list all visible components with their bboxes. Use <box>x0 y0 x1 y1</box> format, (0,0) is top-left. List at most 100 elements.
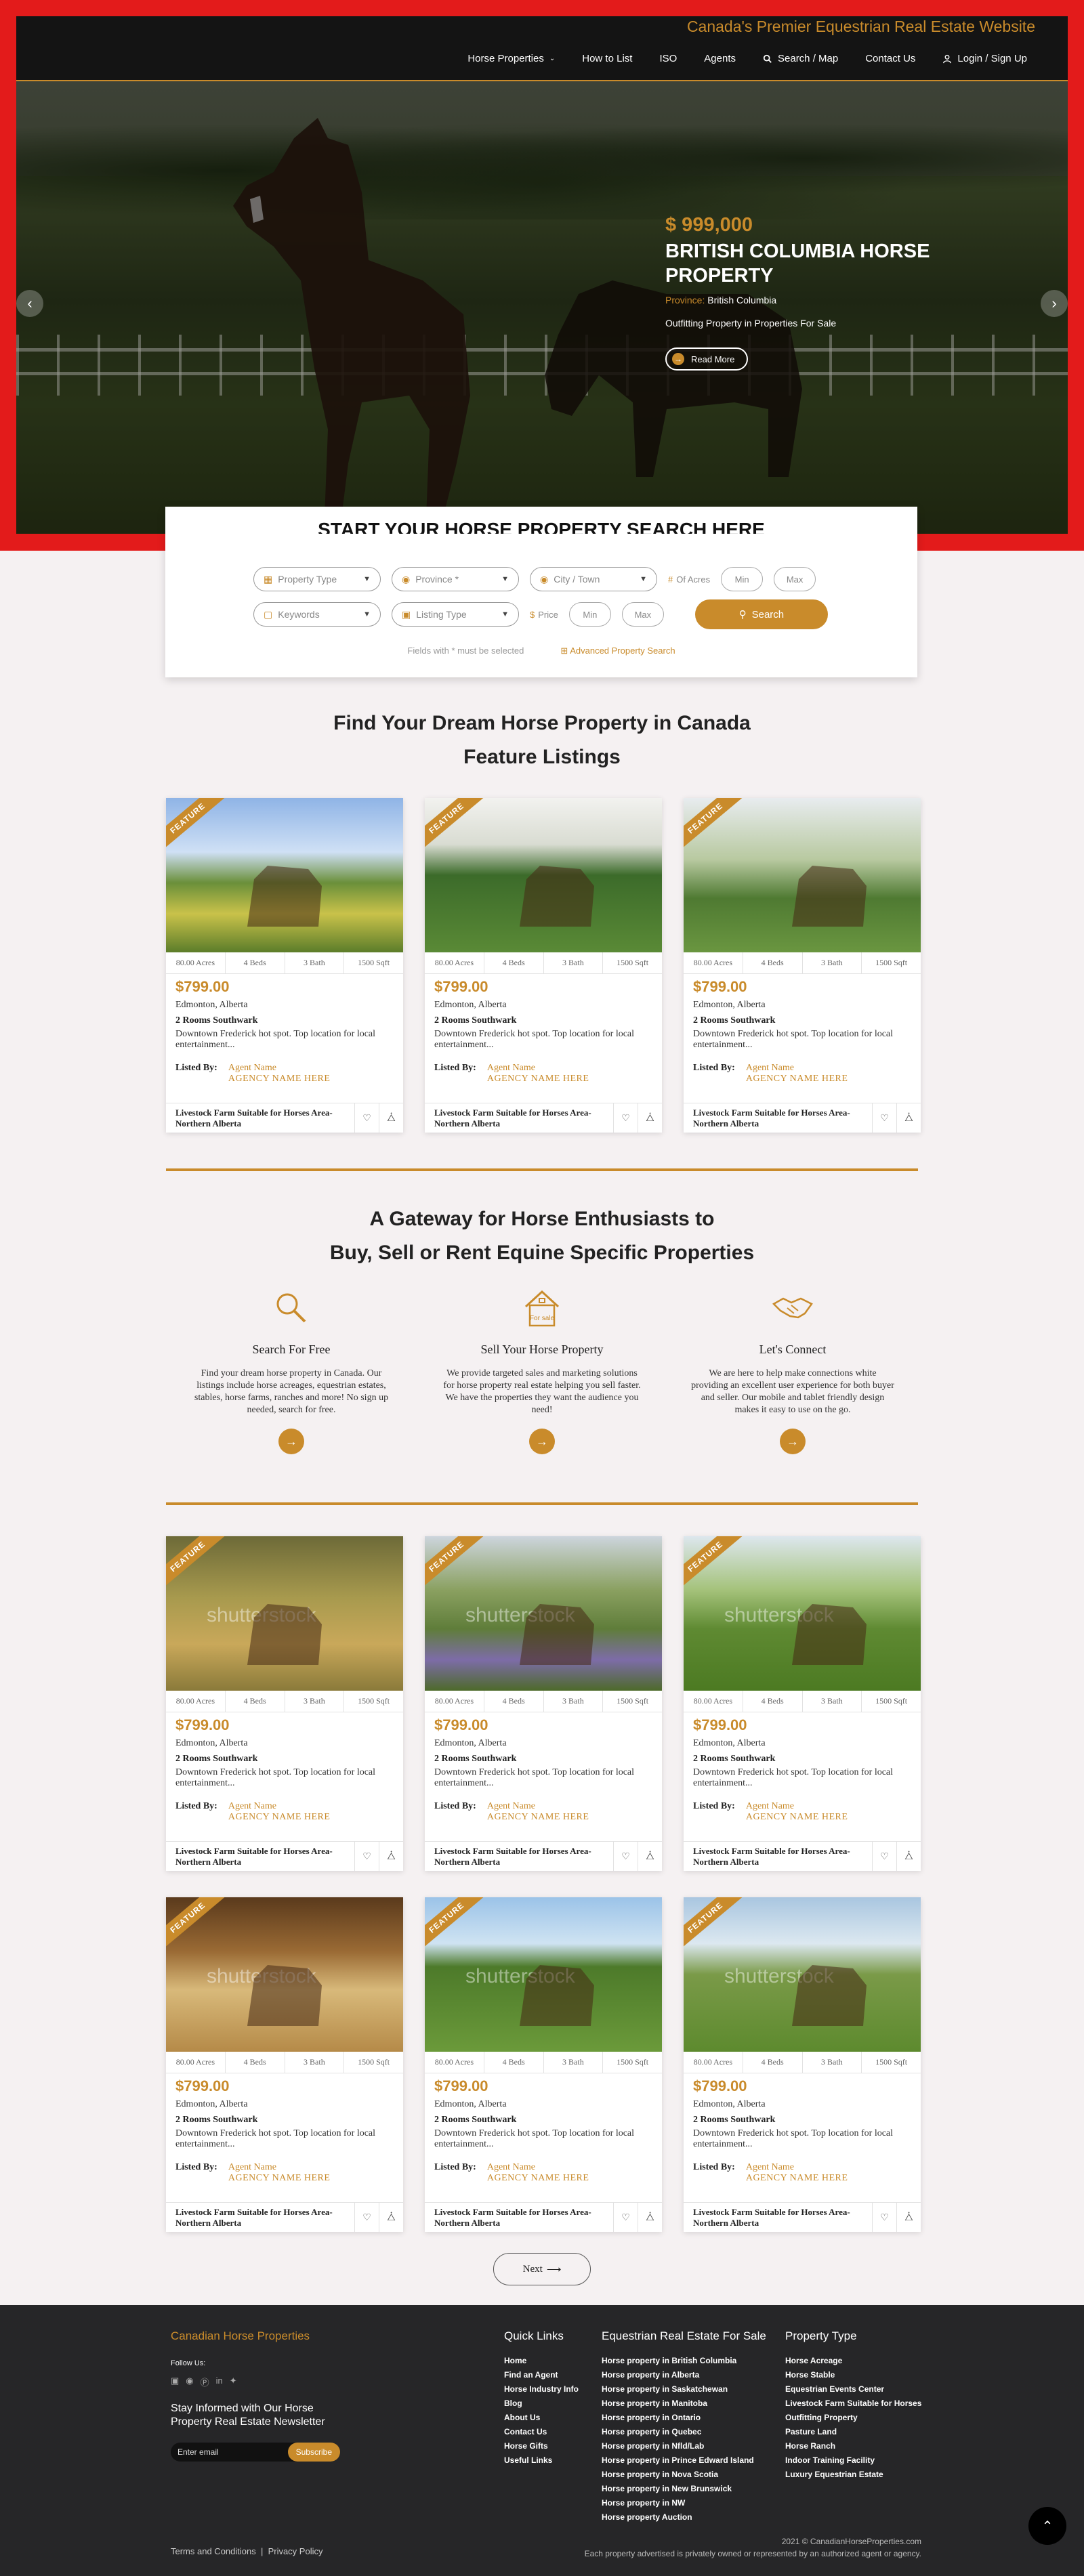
back-to-top-button[interactable]: ⌃ <box>1028 2507 1066 2545</box>
footer-link[interactable]: Find an Agent <box>504 2368 579 2382</box>
footer-link[interactable]: Home <box>504 2354 579 2368</box>
favorite-icon[interactable]: ♡ <box>872 2203 896 2232</box>
listing-photo[interactable]: shutterstock FEATURE <box>684 1897 921 2052</box>
agency-link[interactable]: AGENCY NAME HERE <box>487 2173 589 2184</box>
footer-link[interactable]: Horse property in Alberta <box>602 2368 766 2382</box>
nav-how-to-list[interactable]: How to List <box>568 46 646 71</box>
facebook-icon[interactable]: ▣ <box>171 2376 179 2388</box>
footer-link[interactable]: Horse Industry Info <box>504 2382 579 2396</box>
next-page-button[interactable]: Next ⟶ <box>493 2253 591 2285</box>
favorite-icon[interactable]: ♡ <box>354 2203 379 2232</box>
acres-max-input[interactable]: Max <box>774 567 816 591</box>
listing-photo[interactable]: shutterstock FEATURE <box>166 1536 403 1691</box>
agent-link[interactable]: Agent Name <box>746 1801 848 1812</box>
favorite-icon[interactable]: ♡ <box>354 1842 379 1871</box>
privacy-link[interactable]: Privacy Policy <box>268 2546 323 2556</box>
favorite-icon[interactable]: ♡ <box>613 1103 638 1133</box>
nav-login-signup[interactable]: Login / Sign Up <box>929 46 1041 71</box>
listing-photo[interactable]: FEATURE <box>684 798 921 952</box>
city-select[interactable]: ◉ City / Town ▼ <box>530 567 657 591</box>
listing-photo[interactable]: shutterstock FEATURE <box>425 1536 662 1691</box>
footer-link[interactable]: Luxury Equestrian Estate <box>785 2468 921 2482</box>
agent-link[interactable]: Agent Name <box>487 2162 589 2173</box>
favorite-icon[interactable]: ♡ <box>613 2203 638 2232</box>
feature-arrow-button[interactable]: → <box>278 1429 304 1454</box>
nav-agents[interactable]: Agents <box>690 46 749 71</box>
listing-photo[interactable]: shutterstock FEATURE <box>425 1897 662 2052</box>
favorite-icon[interactable]: ♡ <box>872 1103 896 1133</box>
share-icon[interactable]: ⧊ <box>896 2203 921 2232</box>
footer-link[interactable]: Blog <box>504 2396 579 2411</box>
footer-link[interactable]: Horse Gifts <box>504 2439 579 2453</box>
agent-link[interactable]: Agent Name <box>487 1801 589 1812</box>
listing-card[interactable]: shutterstock FEATURE 80.00 Acres 4 Beds … <box>425 1536 662 1871</box>
price-min-input[interactable]: Min <box>568 602 611 627</box>
share-icon[interactable]: ⧊ <box>379 1103 403 1133</box>
share-icon[interactable]: ⧊ <box>379 2203 403 2232</box>
search-button[interactable]: ⚲ Search <box>694 599 828 629</box>
listing-card[interactable]: shutterstock FEATURE 80.00 Acres 4 Beds … <box>425 1897 662 2232</box>
footer-link[interactable]: Horse Ranch <box>785 2439 921 2453</box>
price-max-input[interactable]: Max <box>621 602 664 627</box>
footer-link[interactable]: Outfitting Property <box>785 2411 921 2425</box>
footer-link[interactable]: About Us <box>504 2411 579 2425</box>
listing-card[interactable]: FEATURE 80.00 Acres 4 Beds 3 Bath 1500 S… <box>684 798 921 1133</box>
listing-card[interactable]: shutterstock FEATURE 80.00 Acres 4 Beds … <box>166 1536 403 1871</box>
footer-link[interactable]: Horse property in Nfld/Lab <box>602 2439 766 2453</box>
province-select[interactable]: ◉ Province * ▼ <box>392 567 519 591</box>
listing-type-select[interactable]: ▣ Listing Type ▼ <box>392 602 519 627</box>
footer-link[interactable]: Horse property in Quebec <box>602 2425 766 2439</box>
listing-photo[interactable]: FEATURE <box>166 798 403 952</box>
footer-link[interactable]: Horse property in Prince Edward Island <box>602 2453 766 2468</box>
twitter-icon[interactable]: ✦ <box>230 2376 237 2388</box>
footer-link[interactable]: Horse property Auction <box>602 2510 766 2525</box>
email-input[interactable]: Enter email <box>171 2447 288 2457</box>
listing-card[interactable]: shutterstock FEATURE 80.00 Acres 4 Beds … <box>684 1897 921 2232</box>
agent-link[interactable]: Agent Name <box>228 1063 331 1074</box>
footer-link[interactable]: Horse property in Manitoba <box>602 2396 766 2411</box>
listing-card[interactable]: shutterstock FEATURE 80.00 Acres 4 Beds … <box>684 1536 921 1871</box>
keywords-select[interactable]: ▢ Keywords ▼ <box>253 602 381 627</box>
footer-link[interactable]: Horse property in New Brunswick <box>602 2482 766 2496</box>
listing-photo[interactable]: FEATURE <box>425 798 662 952</box>
share-icon[interactable]: ⧊ <box>896 1842 921 1871</box>
agent-link[interactable]: Agent Name <box>228 1801 331 1812</box>
pinterest-icon[interactable]: Ⓟ <box>201 2376 209 2388</box>
agency-link[interactable]: AGENCY NAME HERE <box>487 1074 589 1084</box>
slider-prev-button[interactable]: ‹ <box>16 290 43 317</box>
agency-link[interactable]: AGENCY NAME HERE <box>228 1074 331 1084</box>
nav-contact-us[interactable]: Contact Us <box>852 46 929 71</box>
agent-link[interactable]: Agent Name <box>746 1063 848 1074</box>
footer-link[interactable]: Livestock Farm Suitable for Horses <box>785 2396 921 2411</box>
nav-search-map[interactable]: Search / Map <box>749 46 852 71</box>
listing-photo[interactable]: shutterstock FEATURE <box>166 1897 403 2052</box>
agent-link[interactable]: Agent Name <box>487 1063 589 1074</box>
share-icon[interactable]: ⧊ <box>638 1842 662 1871</box>
footer-link[interactable]: Useful Links <box>504 2453 579 2468</box>
agency-link[interactable]: AGENCY NAME HERE <box>487 1812 589 1823</box>
instagram-icon[interactable]: ◉ <box>186 2376 193 2388</box>
footer-link[interactable]: Horse property in NW <box>602 2496 766 2510</box>
listing-card[interactable]: FEATURE 80.00 Acres 4 Beds 3 Bath 1500 S… <box>425 798 662 1133</box>
footer-link[interactable]: Horse property in Saskatchewan <box>602 2382 766 2396</box>
agency-link[interactable]: AGENCY NAME HERE <box>746 2173 848 2184</box>
advanced-search-link[interactable]: ⊞ Advanced Property Search <box>560 646 675 656</box>
share-icon[interactable]: ⧊ <box>379 1842 403 1871</box>
share-icon[interactable]: ⧊ <box>896 1103 921 1133</box>
footer-link[interactable]: Horse Acreage <box>785 2354 921 2368</box>
favorite-icon[interactable]: ♡ <box>613 1842 638 1871</box>
nav-iso[interactable]: ISO <box>646 46 690 71</box>
footer-link[interactable]: Horse property in British Columbia <box>602 2354 766 2368</box>
footer-link[interactable]: Pasture Land <box>785 2425 921 2439</box>
footer-link[interactable]: Contact Us <box>504 2425 579 2439</box>
favorite-icon[interactable]: ♡ <box>872 1842 896 1871</box>
agent-link[interactable]: Agent Name <box>228 2162 331 2173</box>
slider-next-button[interactable]: › <box>1041 290 1068 317</box>
footer-link[interactable]: Horse Stable <box>785 2368 921 2382</box>
agency-link[interactable]: AGENCY NAME HERE <box>228 2173 331 2184</box>
listing-card[interactable]: FEATURE 80.00 Acres 4 Beds 3 Bath 1500 S… <box>166 798 403 1133</box>
share-icon[interactable]: ⧊ <box>638 1103 662 1133</box>
feature-arrow-button[interactable]: → <box>780 1429 806 1454</box>
agency-link[interactable]: AGENCY NAME HERE <box>228 1812 331 1823</box>
property-type-select[interactable]: ▦ Property Type ▼ <box>253 567 381 591</box>
